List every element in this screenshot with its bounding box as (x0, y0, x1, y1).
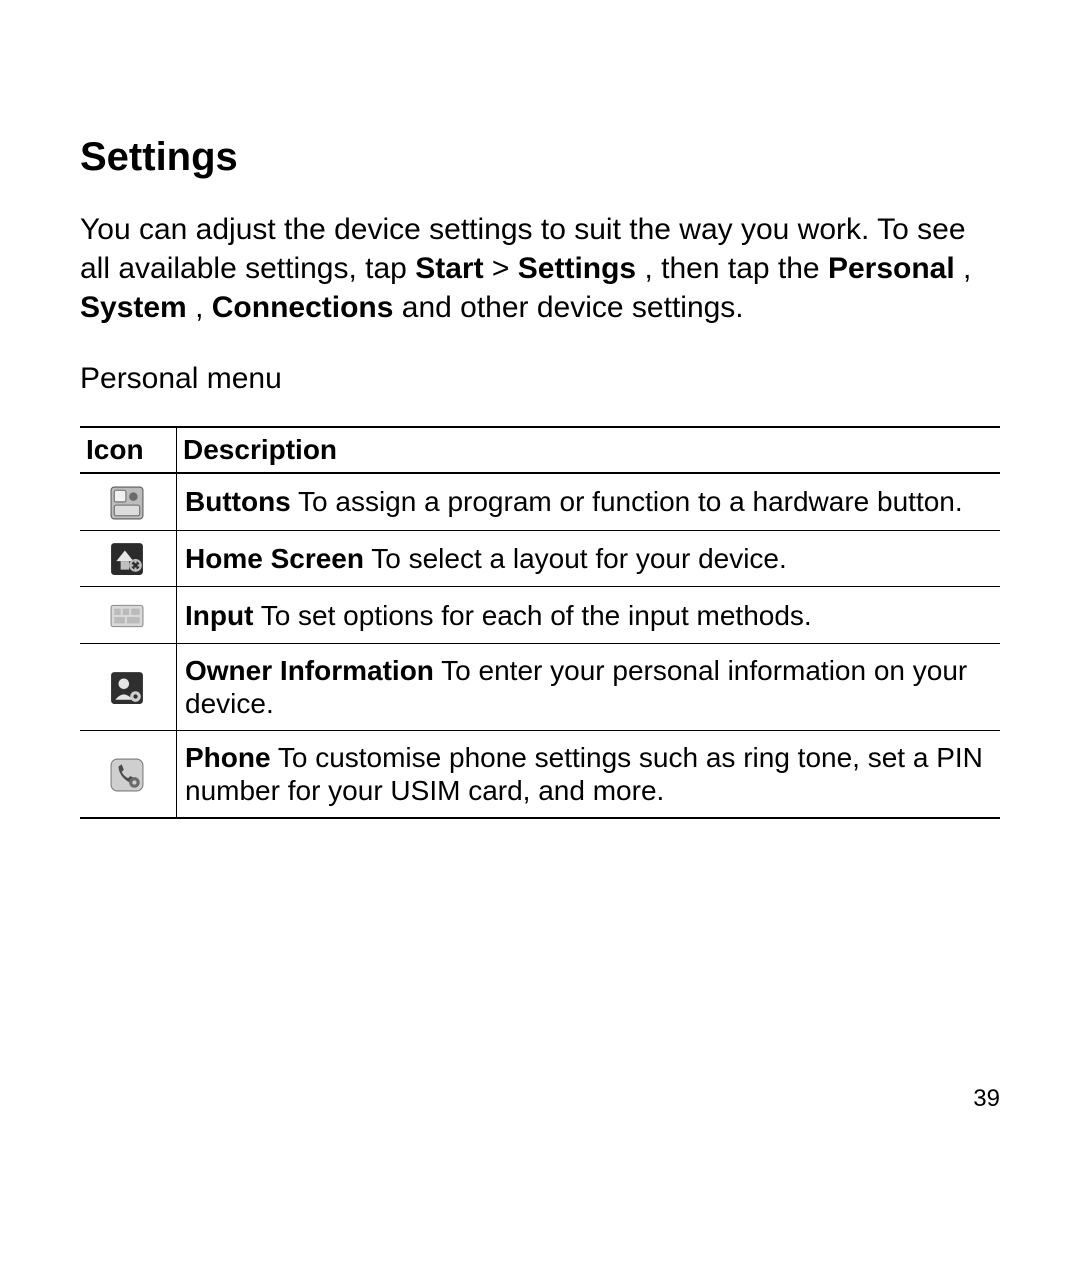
intro-bold-system: System (80, 291, 187, 324)
phone-settings-icon (110, 758, 144, 792)
row-text: To customise phone settings such as ring… (185, 742, 983, 806)
table-row: Owner Information To enter your personal… (80, 643, 1000, 730)
table-row: Buttons To assign a program or function … (80, 473, 1000, 530)
table-row: Home Screen To select a layout for your … (80, 530, 1000, 587)
row-title: Owner Information (185, 655, 434, 686)
intro-text: , (195, 291, 212, 324)
row-title: Phone (185, 742, 271, 773)
header-description: Description (177, 427, 1001, 473)
table-header-row: Icon Description (80, 427, 1000, 473)
row-text: To set options for each of the input met… (253, 600, 811, 631)
page-number: 39 (973, 1085, 1000, 1113)
manual-page: Settings You can adjust the device setti… (0, 0, 1080, 1263)
description-cell: Phone To customise phone settings such a… (177, 730, 1001, 818)
row-text: To select a layout for your device. (364, 543, 787, 574)
row-title: Home Screen (185, 543, 364, 574)
table-row: Phone To customise phone settings such a… (80, 730, 1000, 818)
intro-text: and other device settings. (402, 291, 744, 324)
intro-bold-connections: Connections (212, 291, 394, 324)
buttons-icon (110, 486, 144, 520)
description-cell: Buttons To assign a program or function … (177, 473, 1001, 530)
intro-bold-start: Start (415, 252, 483, 285)
input-icon (110, 599, 144, 633)
intro-bold-settings: Settings (518, 252, 636, 285)
intro-text: > (492, 252, 518, 285)
icon-cell (80, 643, 177, 730)
icon-cell (80, 473, 177, 530)
row-title: Buttons (185, 486, 291, 517)
intro-paragraph: You can adjust the device settings to su… (80, 210, 1000, 327)
settings-table: Icon Description Buttons To assign a pro… (80, 426, 1000, 819)
sub-heading: Personal menu (80, 362, 1000, 396)
home-screen-icon (110, 542, 144, 576)
header-icon: Icon (80, 427, 177, 473)
icon-cell (80, 587, 177, 644)
intro-text: , then tap the (644, 252, 827, 285)
description-cell: Owner Information To enter your personal… (177, 643, 1001, 730)
table-row: Input To set options for each of the inp… (80, 587, 1000, 644)
description-cell: Input To set options for each of the inp… (177, 587, 1001, 644)
section-heading: Settings (80, 135, 1000, 180)
row-title: Input (185, 600, 253, 631)
description-cell: Home Screen To select a layout for your … (177, 530, 1001, 587)
icon-cell (80, 530, 177, 587)
intro-text: , (963, 252, 971, 285)
icon-cell (80, 730, 177, 818)
intro-bold-personal: Personal (828, 252, 955, 285)
row-text: To assign a program or function to a har… (291, 486, 963, 517)
owner-info-icon (110, 671, 144, 705)
